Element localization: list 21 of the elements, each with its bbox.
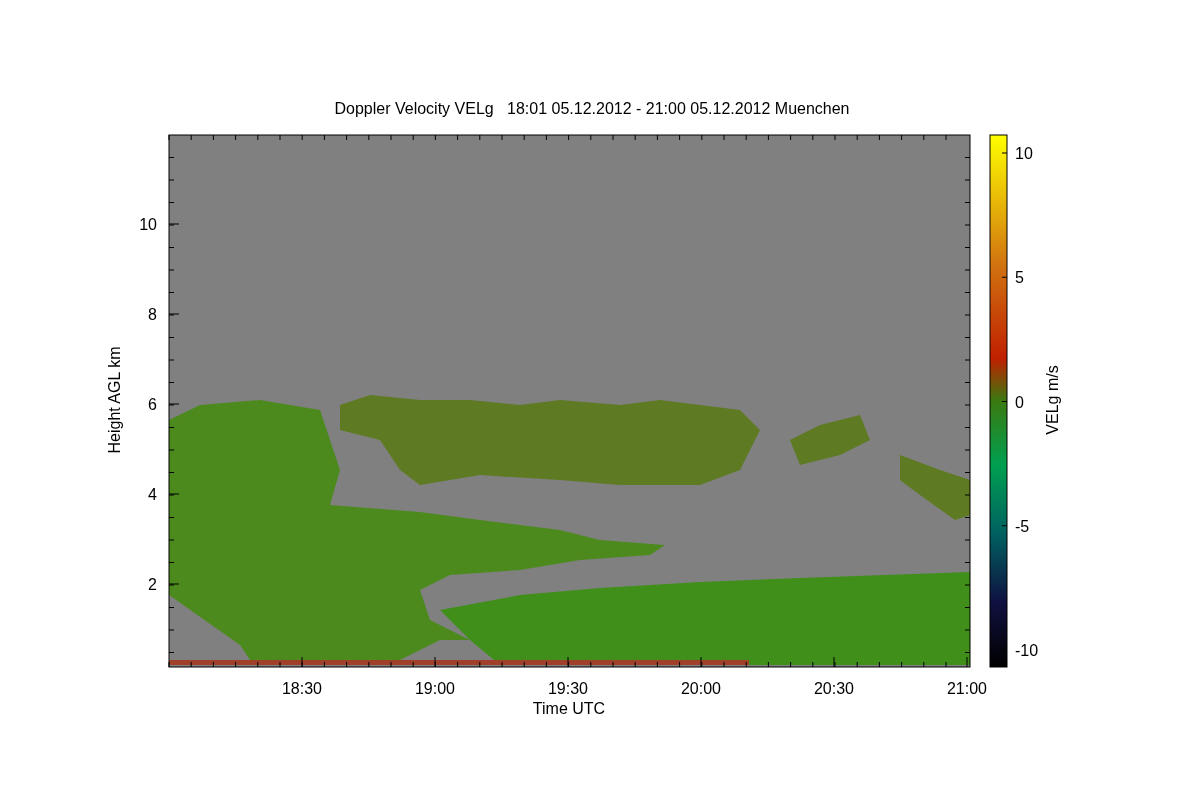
colorbar-tick-label: 0 [1015,393,1024,411]
chart-title: Doppler Velocity VELg 18:01 05.12.2012 - 21:00 05.12.2012 Muenchen [334,100,850,117]
x-axis-label: Time UTC [532,700,606,717]
y-tick-label: 2 [148,576,157,593]
cloud-region [900,455,970,520]
x-tick-label: 21:00 [947,680,987,697]
colorbar-tick-label: 5 [1015,269,1024,287]
colorbar-tick-label: -5 [1015,517,1030,535]
y-tick-label: 10 [139,216,157,233]
y-tick-label: 8 [148,306,157,323]
x-tick-label: 18:30 [282,680,322,697]
y-axis-label: Height AGL km [106,346,123,454]
x-tick-label: 20:00 [681,680,721,697]
x-tick-label: 19:00 [415,680,455,697]
colorbar-label: VELg m/s [1044,365,1061,435]
y-tick-label: 4 [148,486,157,503]
y-tick-label: 6 [148,396,157,413]
colorbar-tick-label: 10 [1015,145,1033,162]
x-tick-label: 20:30 [814,680,854,697]
colorbar-tick-label: -10 [1015,642,1039,659]
x-tick-label: 19:30 [548,680,588,697]
